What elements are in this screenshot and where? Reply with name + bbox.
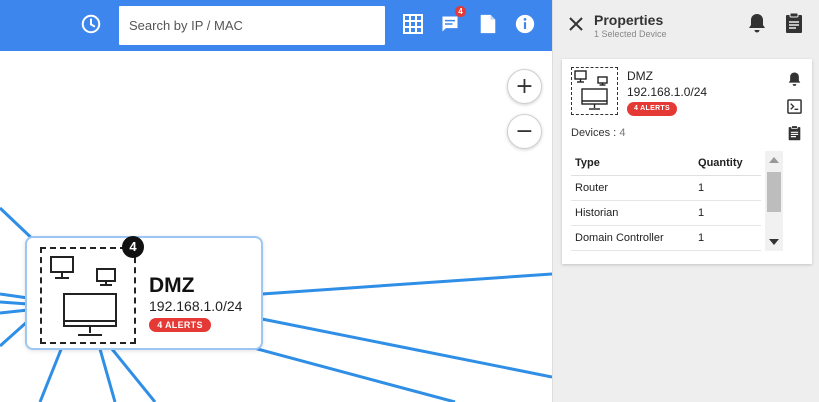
table-row[interactable]: Router 1 (571, 175, 761, 201)
table-header-row: Type Quantity (571, 151, 761, 176)
devices-count-label: Devices : 4 (571, 127, 626, 139)
table-scrollbar[interactable] (765, 151, 783, 251)
clipboard-icon[interactable] (784, 12, 806, 34)
bell-icon[interactable] (747, 12, 769, 34)
bell-icon[interactable] (787, 71, 803, 87)
message-icon[interactable]: 4 (437, 6, 466, 37)
table-cell-quantity: 1 (694, 200, 761, 226)
zoom-out-button[interactable]: − (507, 114, 542, 149)
table-row[interactable]: Domain Controller 1 (571, 225, 761, 251)
monitor-group-icon (574, 70, 608, 110)
device-card: DMZ 192.168.1.0/24 4 ALERTS Devices : 4 … (562, 59, 812, 264)
messages-badge: 4 (455, 6, 466, 17)
top-toolbar: 4 (0, 0, 552, 51)
document-icon[interactable] (475, 11, 501, 37)
monitor-group-icon (50, 256, 117, 336)
column-header-quantity[interactable]: Quantity (694, 151, 761, 176)
grid-icon[interactable] (400, 11, 426, 37)
info-icon[interactable] (512, 11, 538, 37)
table-row[interactable]: Historian 1 (571, 200, 761, 226)
clipboard-icon[interactable] (787, 125, 803, 141)
device-type-table: Type Quantity Router 1 Historian 1 Domai… (571, 151, 761, 251)
properties-panel: Properties 1 Selected Device DMZ 192.168… (552, 0, 819, 402)
column-header-type[interactable]: Type (571, 151, 695, 176)
node-device-group (40, 247, 136, 344)
devices-count-value: 4 (619, 127, 626, 139)
table-cell-type: Router (571, 175, 695, 201)
zoom-in-button[interactable]: + (507, 69, 542, 104)
card-alerts-badge[interactable]: 4 ALERTS (627, 102, 677, 116)
scroll-up-arrow-icon[interactable] (769, 157, 779, 163)
table-cell-quantity: 1 (694, 225, 761, 251)
node-subnet: 192.168.1.0/24 (149, 298, 243, 314)
table-cell-quantity: 1 (694, 175, 761, 201)
network-canvas[interactable]: + − 4 DMZ 192.168.1.0/24 4 ALERTS (0, 51, 552, 402)
node-name: DMZ (149, 274, 195, 297)
history-icon[interactable] (78, 11, 104, 37)
node-device-count-badge: 4 (122, 236, 144, 258)
search-input[interactable] (119, 6, 385, 45)
panel-title: Properties (594, 12, 664, 28)
card-device-name: DMZ (627, 69, 653, 83)
card-device-thumbnail (571, 67, 618, 115)
close-icon[interactable] (566, 14, 586, 34)
properties-header: Properties 1 Selected Device (553, 0, 819, 51)
table-cell-type: Domain Controller (571, 225, 695, 251)
network-node-dmz[interactable]: 4 DMZ 192.168.1.0/24 4 ALERTS (25, 236, 263, 350)
terminal-icon[interactable] (787, 99, 803, 115)
card-device-subnet: 192.168.1.0/24 (627, 85, 708, 99)
node-alerts-badge[interactable]: 4 ALERTS (149, 318, 211, 332)
table-cell-type: Historian (571, 200, 695, 226)
scrollbar-thumb[interactable] (767, 172, 781, 212)
scroll-down-arrow-icon[interactable] (769, 239, 779, 245)
panel-subtitle: 1 Selected Device (594, 29, 667, 39)
